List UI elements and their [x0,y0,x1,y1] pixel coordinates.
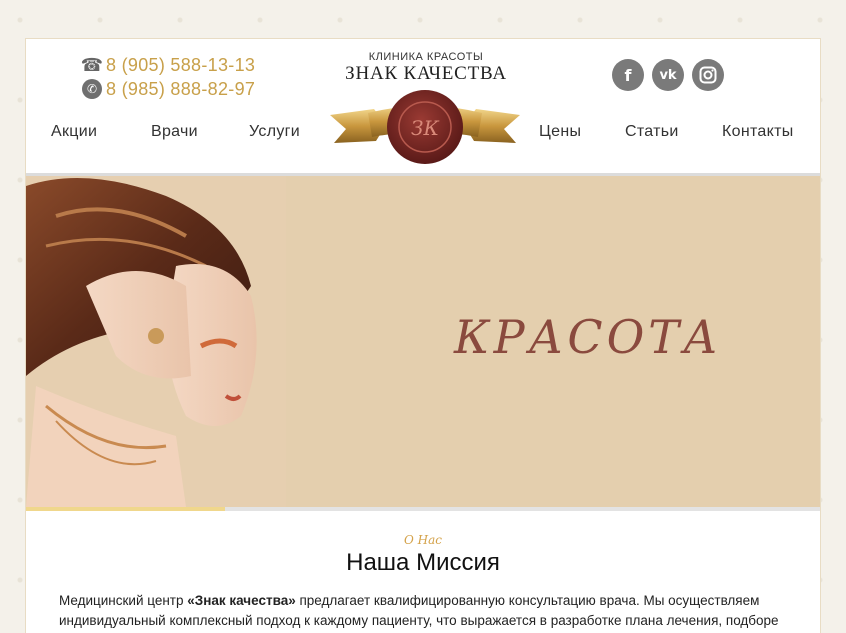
wax-seal-logo[interactable]: ЗК [328,87,522,169]
nav-item-services[interactable]: Услуги [249,123,300,141]
site-header: ☎ 8 (905) 588-13-13 ✆ 8 (985) 888-82-97 … [26,39,820,175]
phone-number[interactable]: 8 (905) 588-13-13 [106,55,255,76]
seal-monogram: ЗК [411,116,439,140]
brand-name: «Знак качества» [187,593,296,608]
phone-list: ☎ 8 (905) 588-13-13 ✆ 8 (985) 888-82-97 [80,53,255,101]
phone-number[interactable]: 8 (985) 888-82-97 [106,79,255,100]
phone-row[interactable]: ☎ 8 (905) 588-13-13 [80,53,255,77]
instagram-icon[interactable] [692,59,724,91]
phone-icon: ☎ [80,54,104,76]
slider-progress-fill [26,507,225,511]
social-links: f vk [612,59,724,91]
about-section: О Нас Наша Миссия [26,533,820,577]
section-title: Наша Миссия [346,549,500,576]
about-paragraph: Медицинский центр «Знак качества» предла… [59,591,789,633]
vk-icon[interactable]: vk [652,59,684,91]
nav-item-prices[interactable]: Цены [539,123,581,141]
phone-row[interactable]: ✆ 8 (985) 888-82-97 [82,77,255,101]
section-kicker: О Нас [404,533,442,547]
hero-headline: КРАСОТА [454,310,722,364]
hero-slider[interactable]: КРАСОТА [26,176,820,507]
logo[interactable]: КЛИНИКА КРАСОТЫ ЗНАК КАЧЕСТВА [326,51,526,85]
logo-subtitle: КЛИНИКА КРАСОТЫ [368,51,484,63]
about-text-prefix: Медицинский центр [59,593,188,608]
slider-progress [26,507,820,511]
page-container: ☎ 8 (905) 588-13-13 ✆ 8 (985) 888-82-97 … [25,38,821,633]
nav-item-articles[interactable]: Статьи [625,123,679,141]
nav-item-promotions[interactable]: Акции [51,123,97,141]
nav-item-contacts[interactable]: Контакты [722,123,794,141]
nav-item-doctors[interactable]: Врачи [151,123,198,141]
logo-title: ЗНАК КАЧЕСТВА [345,63,507,84]
facebook-icon[interactable]: f [612,59,644,91]
model-portrait-image [26,176,286,507]
whatsapp-icon: ✆ [82,79,102,99]
